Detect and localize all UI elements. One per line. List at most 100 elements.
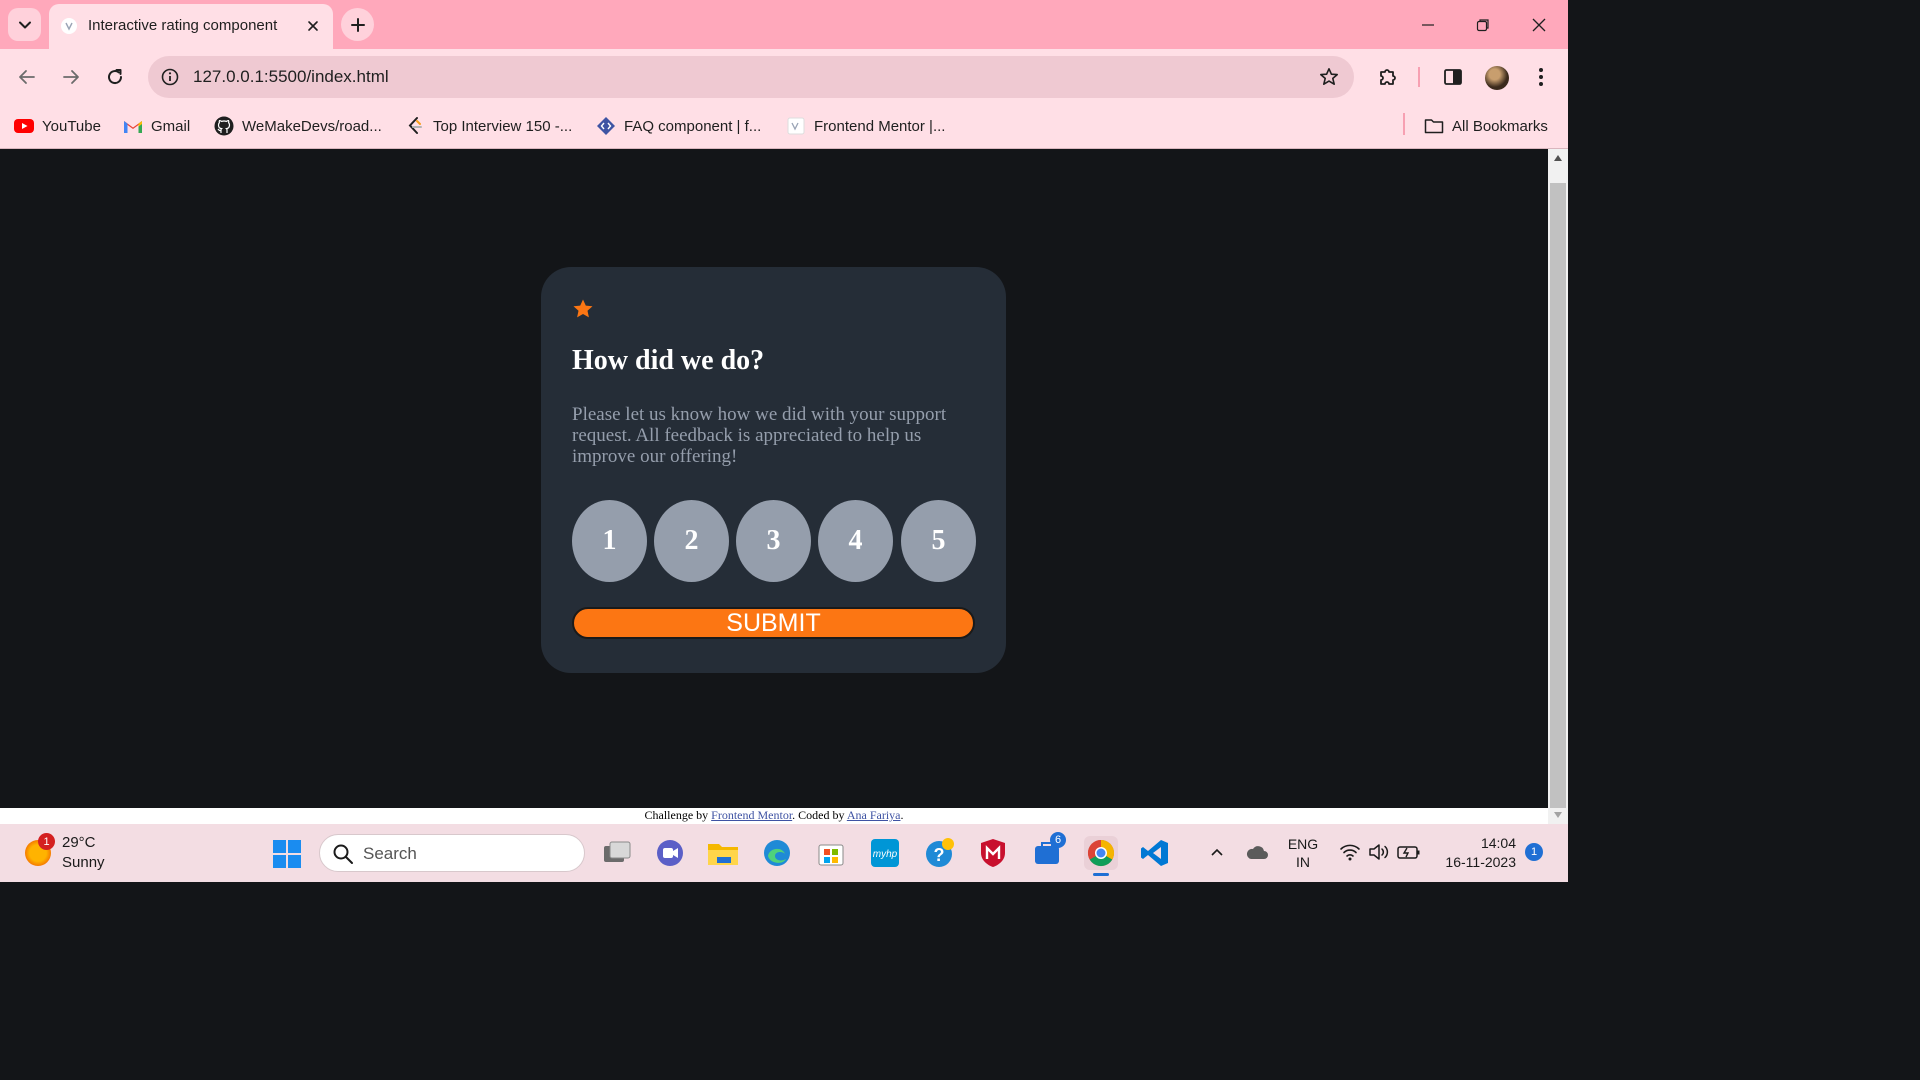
bookmark-frontend-mentor[interactable]: Frontend Mentor |... — [786, 114, 945, 138]
submit-button[interactable]: SUBMIT — [572, 607, 975, 639]
rating-button-4[interactable]: 4 — [818, 500, 893, 582]
svg-text:myhp: myhp — [873, 849, 898, 860]
new-tab-button[interactable] — [341, 8, 374, 41]
close-window-button[interactable] — [1526, 12, 1552, 38]
rating-button-3[interactable]: 3 — [736, 500, 811, 582]
region-code: IN — [1296, 854, 1310, 870]
app-button-store[interactable]: 6 — [1030, 832, 1066, 870]
extensions-button[interactable] — [1374, 63, 1402, 91]
onedrive-button[interactable] — [1244, 838, 1270, 866]
bookmark-star-button[interactable] — [1316, 64, 1342, 90]
all-bookmarks-label: All Bookmarks — [1452, 117, 1548, 135]
side-panel-icon — [1444, 69, 1462, 85]
scroll-down-button[interactable] — [1548, 806, 1568, 824]
rating-options: 1 2 3 4 5 — [572, 500, 976, 582]
browser-toolbar: 127.0.0.1:5500/index.html — [0, 49, 1568, 105]
rating-card: How did we do? Please let us know how we… — [541, 267, 1006, 673]
vscode-button[interactable] — [1138, 836, 1172, 870]
address-url[interactable]: 127.0.0.1:5500/index.html — [193, 67, 389, 87]
battery-status[interactable] — [1396, 838, 1422, 866]
chrome-button[interactable] — [1084, 836, 1118, 876]
file-explorer-button[interactable] — [706, 836, 740, 870]
app-badge: 6 — [1050, 832, 1066, 848]
bookmarks-separator — [1403, 113, 1405, 135]
github-icon — [214, 116, 234, 136]
store-icon — [818, 844, 844, 866]
restore-icon — [1476, 19, 1489, 32]
address-bar[interactable]: 127.0.0.1:5500/index.html — [148, 56, 1354, 98]
more-vert-icon — [1539, 68, 1543, 86]
plus-icon — [350, 17, 365, 32]
bookmark-top-interview[interactable]: Top Interview 150 -... — [405, 114, 572, 138]
clock-time: 14:04 — [1480, 835, 1516, 851]
attribution-middle: . Coded by — [792, 808, 847, 822]
page-viewport: How did we do? Please let us know how we… — [0, 149, 1548, 808]
attribution-suffix: . — [900, 808, 904, 822]
mcafee-button[interactable] — [976, 836, 1010, 870]
bookmark-gmail[interactable]: Gmail — [123, 114, 190, 138]
side-panel-button[interactable] — [1439, 63, 1467, 91]
tab-strip: Interactive rating component — [0, 0, 1568, 49]
site-info-button[interactable] — [156, 63, 184, 91]
star-outline-icon — [1320, 68, 1338, 85]
scroll-up-button[interactable] — [1548, 149, 1568, 167]
frontend-mentor-link[interactable]: Frontend Mentor — [711, 808, 792, 822]
task-view-button[interactable] — [600, 836, 634, 870]
close-icon — [1532, 18, 1546, 32]
minimize-button[interactable] — [1415, 12, 1441, 38]
notification-badge[interactable]: 1 — [1525, 843, 1543, 861]
wifi-status[interactable] — [1337, 838, 1363, 866]
attribution-footer: Challenge by Frontend Mentor. Coded by A… — [0, 808, 1548, 824]
microsoft-store-button[interactable] — [814, 836, 848, 870]
arrow-left-icon — [19, 70, 35, 84]
search-icon — [333, 844, 353, 864]
scrollbar-thumb[interactable] — [1550, 183, 1566, 808]
triangle-down-icon — [1554, 812, 1562, 818]
back-button[interactable] — [13, 63, 41, 91]
help-button[interactable]: ? — [922, 836, 956, 870]
battery-icon — [1397, 846, 1420, 859]
input-language-indicator[interactable]: ENG IN — [1286, 835, 1320, 871]
edge-icon — [764, 840, 790, 866]
author-link[interactable]: Ana Fariya — [847, 808, 901, 822]
weather-temperature: 29°C — [62, 834, 96, 851]
bookmark-wemakedevs[interactable]: WeMakeDevs/road... — [214, 114, 382, 138]
info-icon — [161, 68, 179, 86]
profile-avatar[interactable] — [1485, 66, 1509, 90]
chevron-down-icon — [18, 21, 31, 28]
active-indicator — [1093, 873, 1109, 876]
weather-badge: 1 — [38, 833, 55, 850]
windows-taskbar: 1 29°C Sunny Search myhp ? 6 ENG IN 14:0… — [0, 824, 1568, 882]
weather-condition: Sunny — [62, 854, 105, 871]
arrow-right-icon — [63, 70, 79, 84]
bookmark-youtube[interactable]: YouTube — [14, 114, 101, 138]
show-hidden-icons-button[interactable] — [1204, 838, 1230, 866]
chrome-icon — [1087, 839, 1115, 867]
restore-button[interactable] — [1470, 12, 1496, 38]
page-scrollbar[interactable] — [1548, 149, 1568, 824]
active-tab[interactable]: Interactive rating component — [49, 4, 333, 49]
taskbar-search[interactable]: Search — [319, 834, 585, 872]
tab-search-button[interactable] — [8, 8, 41, 41]
rating-button-1[interactable]: 1 — [572, 500, 647, 582]
teams-chat-button[interactable] — [653, 836, 687, 870]
triangle-up-icon — [1554, 155, 1562, 161]
shield-icon — [981, 839, 1005, 867]
system-clock[interactable]: 14:04 16-11-2023 — [1430, 834, 1516, 872]
browser-menu-button[interactable] — [1527, 63, 1555, 91]
myhp-button[interactable]: myhp — [868, 836, 902, 870]
vscode-icon — [1141, 840, 1168, 866]
bookmark-label: YouTube — [42, 117, 101, 135]
rating-button-5[interactable]: 5 — [901, 500, 976, 582]
taskbar-search-placeholder: Search — [363, 844, 417, 863]
volume-status[interactable] — [1366, 838, 1392, 866]
reload-button[interactable] — [101, 63, 129, 91]
rating-button-2[interactable]: 2 — [654, 500, 729, 582]
bookmark-label: Top Interview 150 -... — [433, 117, 573, 135]
forward-button[interactable] — [57, 63, 85, 91]
tab-close-button[interactable] — [302, 15, 324, 37]
bookmark-faq-component[interactable]: FAQ component | f... — [596, 114, 761, 138]
all-bookmarks-button[interactable]: All Bookmarks — [1424, 114, 1548, 138]
edge-browser-button[interactable] — [760, 836, 794, 870]
start-button[interactable] — [272, 839, 302, 869]
